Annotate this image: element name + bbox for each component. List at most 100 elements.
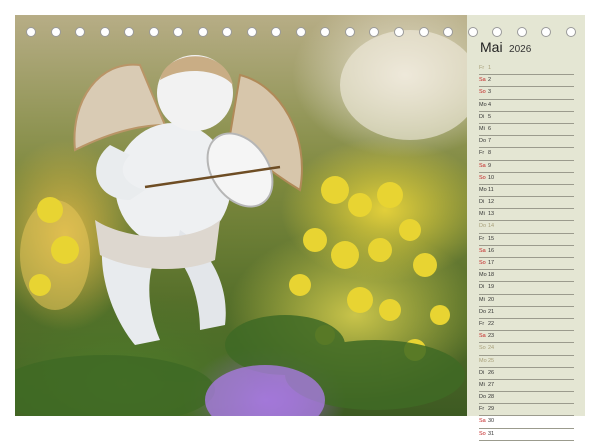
date-number: 5 (488, 113, 492, 120)
date-number: 28 (488, 394, 495, 401)
date-number: 12 (488, 199, 495, 206)
weekday-label: So (479, 174, 486, 181)
day-row: Mi 6 (479, 124, 574, 137)
day-row: Mi 27 (479, 380, 574, 393)
weekday-label: Mo (479, 186, 487, 193)
weekday-label: So (479, 89, 486, 96)
day-row: So 10 (479, 173, 574, 185)
day-row: Fr 1 (479, 63, 574, 76)
day-row: Mo 11 (479, 185, 574, 198)
weekday-label: Do (479, 308, 487, 315)
date-number: 1 (488, 65, 492, 71)
month-title: Mai 2026 (480, 39, 531, 57)
weekday-label: Di (479, 369, 485, 376)
weekday-label: Mo (479, 357, 487, 364)
day-row: So 24 (479, 343, 574, 356)
day-row: Mo 4 (479, 100, 574, 112)
day-row: So 3 (479, 87, 574, 100)
day-row: Fr 15 (479, 234, 574, 246)
spiral-binding (26, 27, 576, 39)
binding-hole (124, 27, 135, 37)
month-name: Mai (480, 39, 503, 55)
weekday-label: Sa (479, 247, 486, 254)
date-number: 10 (488, 174, 495, 181)
date-number: 7 (488, 138, 492, 145)
month-year: 2026 (509, 44, 532, 55)
binding-hole (320, 27, 331, 37)
day-row: Do 7 (479, 136, 574, 149)
date-number: 22 (488, 320, 495, 327)
weekday-label: So (479, 345, 486, 352)
day-row: Do 21 (479, 307, 574, 319)
weekday-label: Fr (479, 320, 485, 327)
date-number: 30 (488, 418, 495, 425)
binding-hole (26, 27, 36, 37)
binding-hole (516, 27, 527, 37)
weekday-label: Di (479, 113, 485, 120)
weekday-label: Fr (479, 65, 485, 71)
date-number: 14 (488, 223, 495, 230)
date-number: 6 (488, 125, 492, 132)
binding-hole (99, 27, 110, 37)
day-row: Do 28 (479, 392, 574, 405)
day-row: Sa 9 (479, 161, 574, 173)
day-row: Di 26 (479, 368, 574, 380)
date-number: 16 (488, 247, 495, 254)
date-number: 3 (488, 89, 492, 96)
weekday-label: Do (479, 223, 487, 230)
weekday-label: Fr (479, 150, 485, 157)
weekday-label: Mo (479, 272, 487, 279)
weekday-label: Mi (479, 381, 485, 388)
day-row: Mo 25 (479, 356, 574, 368)
binding-hole (467, 27, 478, 37)
day-row: So 31 (479, 429, 574, 441)
day-row: Fr 29 (479, 404, 574, 417)
binding-hole (197, 27, 208, 37)
weekday-label: Fr (479, 235, 485, 242)
binding-hole (443, 27, 454, 37)
date-number: 23 (488, 333, 495, 340)
cherub-photo (15, 15, 467, 416)
weekday-label: Do (479, 394, 487, 401)
date-number: 29 (488, 406, 495, 413)
binding-hole (75, 27, 86, 37)
weekday-label: So (479, 260, 486, 266)
weekday-label: Sa (479, 333, 486, 340)
day-list: Fr 1 Sa 2 So 3 Mo 4 Di 5 Mi 6 Do 7 Fr 8 Sa 9 So 10 Mo 11 Di 12 M… (479, 63, 574, 441)
day-row: Sa 16 (479, 246, 574, 258)
day-row: Mi 20 (479, 295, 574, 307)
date-number: 18 (488, 272, 495, 279)
weekday-label: Mi (479, 125, 485, 132)
weekday-label: Fr (479, 406, 485, 413)
weekday-label: Do (479, 138, 487, 145)
binding-hole (222, 27, 233, 37)
calendar-panel: Mai 2026 Fr 1 Sa 2 So 3 Mo 4 Di 5 Mi 6 Do 7 Fr 8 Sa 9 So 10… (467, 15, 585, 441)
date-number: 8 (488, 150, 492, 157)
date-number: 21 (488, 308, 495, 315)
binding-hole (565, 27, 576, 37)
day-row: Sa 30 (479, 416, 574, 429)
binding-hole (393, 27, 404, 37)
binding-hole (492, 27, 503, 37)
date-number: 15 (488, 235, 495, 242)
date-number: 13 (488, 211, 495, 218)
date-number: 31 (488, 430, 495, 437)
cherub-illustration (15, 30, 467, 416)
date-number: 9 (488, 162, 492, 169)
day-row: Fr 8 (479, 148, 574, 161)
weekday-label: Sa (479, 77, 486, 84)
day-row: Fr 22 (479, 319, 574, 332)
weekday-label: So (479, 430, 486, 437)
weekday-label: Di (479, 284, 485, 291)
date-number: 20 (488, 296, 495, 303)
binding-hole (173, 27, 184, 37)
binding-hole (418, 27, 429, 37)
weekday-label: Mo (479, 101, 487, 108)
date-number: 17 (488, 260, 495, 266)
day-row: Mi 13 (479, 209, 574, 222)
binding-hole (50, 27, 61, 37)
weekday-label: Sa (479, 418, 486, 425)
weekday-label: Di (479, 199, 485, 206)
date-number: 24 (488, 345, 495, 352)
date-number: 11 (488, 186, 494, 193)
